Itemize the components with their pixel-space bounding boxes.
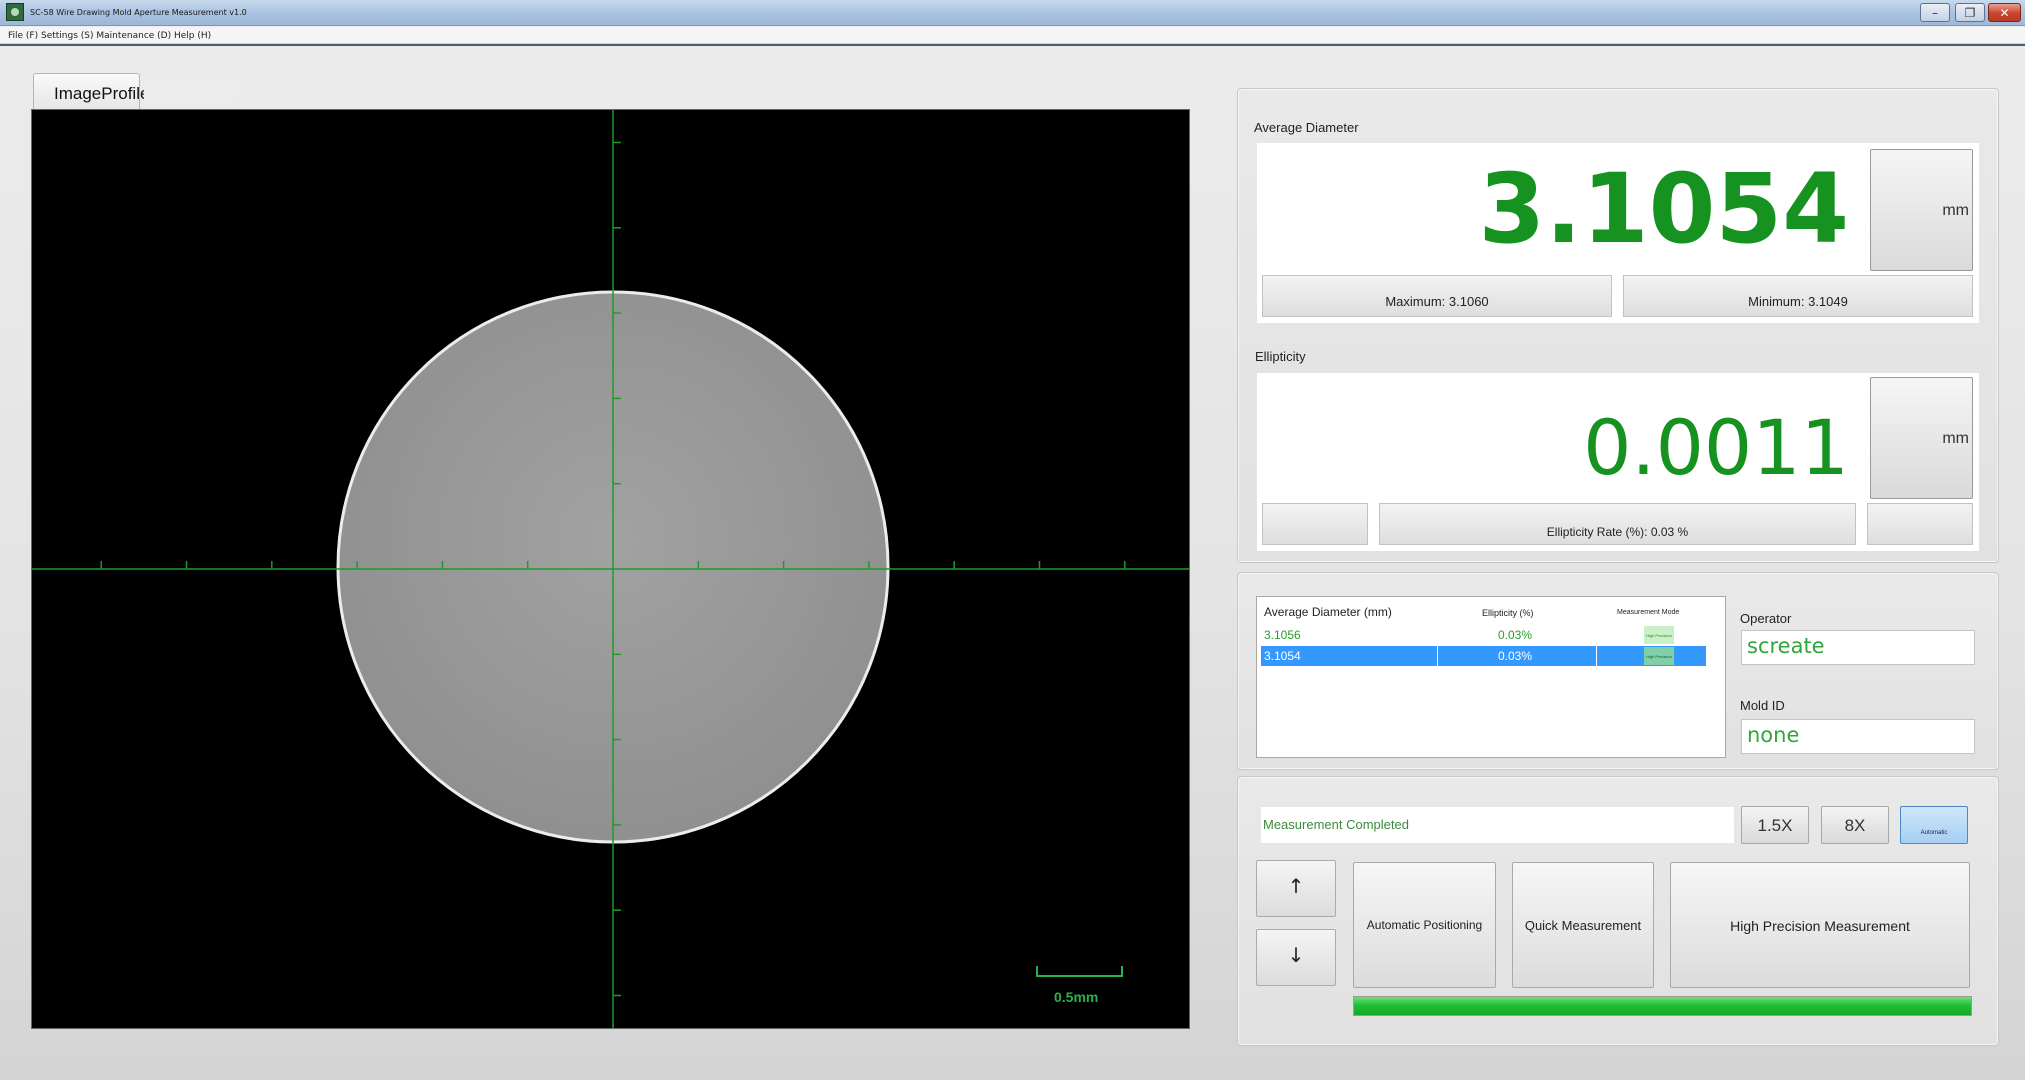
table-row[interactable]: 3.1056 0.03% High Precision xyxy=(1261,625,1706,645)
ellipticity-aux-right xyxy=(1867,503,1973,545)
ellipticity-value: 0.0011 xyxy=(1583,403,1849,492)
measurement-history-table[interactable]: Average Diameter (mm) Ellipticity (%) Me… xyxy=(1256,596,1726,758)
minimize-icon[interactable]: – xyxy=(1920,3,1950,22)
zoom-1-5x-button[interactable]: 1.5X xyxy=(1741,806,1809,844)
tab-placeholder xyxy=(144,78,236,102)
window-title: SC-58 Wire Drawing Mold Aperture Measure… xyxy=(30,8,247,17)
row-ellipticity: 0.03% xyxy=(1498,628,1533,642)
scale-bar xyxy=(1036,966,1123,977)
menu-items[interactable]: File (F) Settings (S) Maintenance (D) He… xyxy=(8,31,211,41)
menu-bar[interactable]: File (F) Settings (S) Maintenance (D) He… xyxy=(0,27,2025,44)
automatic-positioning-button[interactable]: Automatic Positioning xyxy=(1353,862,1496,988)
move-down-button[interactable]: ↓ xyxy=(1256,929,1336,986)
tab-imageprofile[interactable]: ImageProfile xyxy=(33,73,149,109)
avg-diameter-value: 3.1054 xyxy=(1478,153,1849,265)
maximum-value: Maximum: 3.1060 xyxy=(1262,275,1612,317)
operator-label: Operator xyxy=(1740,611,1792,626)
crosshair xyxy=(32,110,1189,1028)
row-ellipticity: 0.03% xyxy=(1498,649,1533,663)
status-message: Measurement Completed xyxy=(1261,807,1734,843)
cell-divider xyxy=(1437,646,1438,666)
minimum-value: Minimum: 3.1049 xyxy=(1623,275,1973,317)
ellipticity-label: Ellipticity xyxy=(1255,349,1306,364)
ellipticity-rate: Ellipticity Rate (%): 0.03 % xyxy=(1379,503,1856,545)
quick-measurement-button[interactable]: Quick Measurement xyxy=(1512,862,1654,988)
column-header-mode[interactable]: Measurement Mode xyxy=(1617,609,1679,616)
maximize-icon[interactable]: ❐ xyxy=(1955,3,1985,22)
image-viewer[interactable] xyxy=(31,109,1190,1029)
scale-bar-label: 0.5mm xyxy=(1054,989,1099,1005)
row-diameter: 3.1056 xyxy=(1264,628,1301,642)
row-mode: High Precision xyxy=(1644,647,1674,665)
progress-bar xyxy=(1353,996,1972,1016)
column-header-ellipticity[interactable]: Ellipticity (%) xyxy=(1482,608,1534,618)
operator-input[interactable]: screate xyxy=(1741,630,1975,665)
row-mode: High Precision xyxy=(1644,626,1674,644)
aperture-image xyxy=(32,110,1189,1028)
high-precision-measurement-button[interactable]: High Precision Measurement xyxy=(1670,862,1970,988)
column-header-diameter[interactable]: Average Diameter (mm) xyxy=(1264,605,1392,619)
cell-divider xyxy=(1596,646,1597,666)
close-icon[interactable]: ✕ xyxy=(1988,3,2021,22)
zoom-8x-button[interactable]: 8X xyxy=(1821,806,1889,844)
window-frame-divider xyxy=(0,44,2025,46)
ellipticity-unit-button[interactable]: mm xyxy=(1870,377,1973,499)
mold-id-input[interactable]: none xyxy=(1741,719,1975,754)
arrow-down-icon: ↓ xyxy=(1287,943,1305,967)
automatic-mode-button[interactable]: Automatic xyxy=(1900,806,1968,844)
row-diameter: 3.1054 xyxy=(1264,649,1301,663)
progress-fill xyxy=(1354,997,1971,1015)
ellipticity-aux-left xyxy=(1262,503,1368,545)
table-row-selected[interactable]: 3.1054 0.03% High Precision xyxy=(1261,646,1706,666)
arrow-up-icon: ↑ xyxy=(1287,874,1305,898)
window-titlebar: SC-58 Wire Drawing Mold Aperture Measure… xyxy=(0,0,2025,26)
avg-diameter-label: Average Diameter xyxy=(1254,120,1359,135)
move-up-button[interactable]: ↑ xyxy=(1256,860,1336,917)
app-logo-icon xyxy=(6,3,24,21)
avg-diameter-unit-button[interactable]: mm xyxy=(1870,149,1973,271)
mold-id-label: Mold ID xyxy=(1740,698,1785,713)
